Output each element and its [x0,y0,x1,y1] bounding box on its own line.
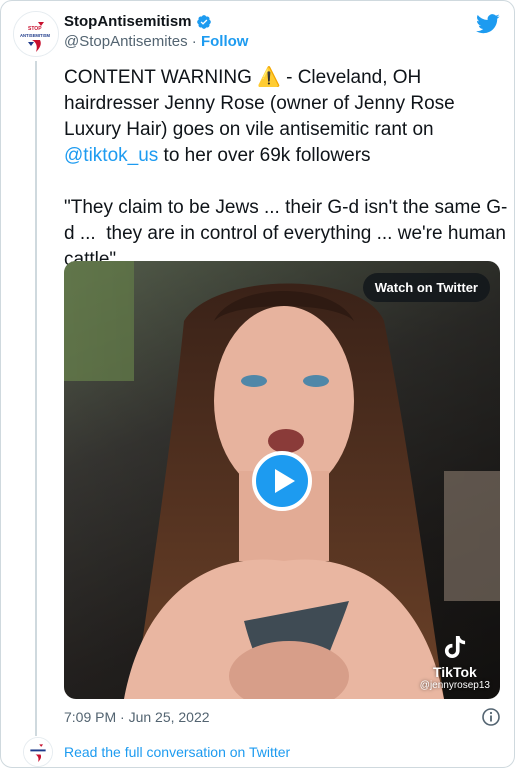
verified-badge-icon [196,14,212,30]
tweet-text-part1: CONTENT WARNING ⚠️ - Cleveland, OH haird… [64,67,461,140]
tiktok-watermark: TikTok @jennyrosep13 [420,635,490,691]
info-icon[interactable] [481,707,501,727]
author-name-row[interactable]: StopAntisemitism [64,13,248,30]
author-handle[interactable]: @StopAntisemites [64,33,188,50]
author-name[interactable]: StopAntisemitism [64,13,192,30]
tiktok-watermark-name: TikTok [432,664,477,680]
handle-row: @StopAntisemites · Follow [64,33,248,50]
mention-link[interactable]: @tiktok_us [64,145,158,166]
tweet-card: STOP ANTISEMITISM StopAntisemitism @Stop… [0,0,515,768]
watch-on-twitter-button[interactable]: Watch on Twitter [362,273,490,302]
play-icon [275,469,295,493]
author-avatar[interactable]: STOP ANTISEMITISM [13,11,59,57]
follow-button[interactable]: Follow [201,33,249,50]
stopantisemitism-logo-icon: STOP ANTISEMITISM [14,12,58,56]
tiktok-watermark-handle: @jennyrosep13 [419,680,490,691]
tweet-timestamp[interactable]: 7:09 PM · Jun 25, 2022 [64,709,210,725]
twitter-bird-icon[interactable] [476,13,500,35]
tweet-text: CONTENT WARNING ⚠️ - Cleveland, OH haird… [64,65,509,273]
footer-avatar[interactable] [23,737,53,767]
handle-separator: · [187,33,201,50]
tiktok-logo-icon [444,636,465,658]
thread-line [35,61,37,736]
read-conversation-link[interactable]: Read the full conversation on Twitter [64,744,290,760]
video-player[interactable]: Watch on Twitter TikTok @jennyrosep13 [64,261,500,699]
author-block: StopAntisemitism @StopAntisemites · Foll… [64,13,248,50]
play-button[interactable] [252,451,312,511]
logo-text-bottom: ANTISEMITISM [20,33,51,38]
logo-text-top: STOP [28,26,42,32]
stopantisemitism-logo-small-icon [24,738,52,766]
